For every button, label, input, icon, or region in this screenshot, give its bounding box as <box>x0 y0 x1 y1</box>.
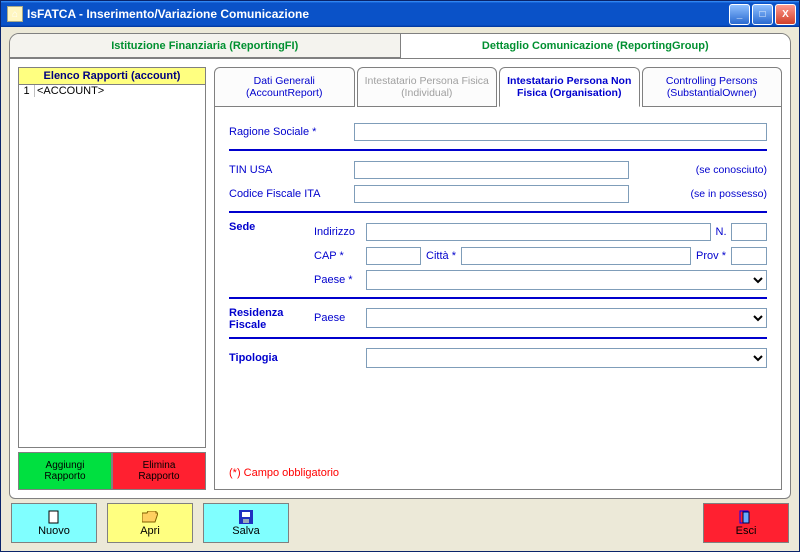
app-window: ⌂ IsFATCA - Inserimento/Variazione Comun… <box>0 0 800 552</box>
open-label: Apri <box>140 525 160 537</box>
separator <box>229 149 767 151</box>
row-value: <ACCOUNT> <box>35 85 205 97</box>
list-item[interactable]: 1 <ACCOUNT> <box>19 85 205 97</box>
hint-tin-usa: (se conosciuto) <box>696 164 767 176</box>
new-label: Nuovo <box>38 525 70 537</box>
account-list-header: Elenco Rapporti (account) <box>18 67 206 85</box>
save-label: Salva <box>232 525 260 537</box>
select-paese-sede[interactable] <box>366 270 767 290</box>
separator <box>229 297 767 299</box>
label-paese-sede: Paese * <box>314 274 366 286</box>
tab-reporting-fi[interactable]: Istituzione Finanziaria (ReportingFI) <box>10 34 401 58</box>
left-buttons: Aggiungi Rapporto Elimina Rapporto <box>18 452 206 490</box>
label-residenza: Residenza Fiscale <box>229 307 314 331</box>
tab-account-report[interactable]: Dati Generali (AccountReport) <box>214 67 355 107</box>
top-tabs: Istituzione Finanziaria (ReportingFI) De… <box>9 33 791 59</box>
input-citta[interactable] <box>461 247 691 265</box>
select-paese-residenza[interactable] <box>366 308 767 328</box>
save-icon <box>238 510 254 524</box>
row-number: 1 <box>19 85 35 97</box>
client-area: Istituzione Finanziaria (ReportingFI) De… <box>1 27 799 551</box>
exit-button[interactable]: Esci <box>703 503 789 543</box>
form-body: Ragione Sociale * TIN USA (se conosciuto… <box>214 107 782 490</box>
tab-organisation[interactable]: Intestatario Persona Non Fisica (Organis… <box>499 67 640 107</box>
label-ragione-sociale: Ragione Sociale * <box>229 126 354 138</box>
add-account-button[interactable]: Aggiungi Rapporto <box>18 452 112 490</box>
select-tipologia[interactable] <box>366 348 767 368</box>
page-body: Elenco Rapporti (account) 1 <ACCOUNT> Ag… <box>9 59 791 499</box>
input-ragione-sociale[interactable] <box>354 123 767 141</box>
label-tin-usa: TIN USA <box>229 164 354 176</box>
input-tin-usa[interactable] <box>354 161 629 179</box>
label-tipologia: Tipologia <box>229 352 366 364</box>
titlebar: ⌂ IsFATCA - Inserimento/Variazione Comun… <box>1 1 799 27</box>
sub-tabs: Dati Generali (AccountReport) Intestatar… <box>214 67 782 107</box>
app-icon: ⌂ <box>7 6 23 22</box>
window-title: IsFATCA - Inserimento/Variazione Comunic… <box>27 7 729 21</box>
separator <box>229 211 767 213</box>
label-citta: Città * <box>421 250 461 262</box>
label-paese-residenza: Paese <box>314 312 366 324</box>
window-controls: _ □ X <box>729 4 796 25</box>
hint-codice-fiscale: (se in possesso) <box>691 188 767 200</box>
input-numero[interactable] <box>731 223 767 241</box>
required-footnote: (*) Campo obbligatorio <box>229 467 339 479</box>
label-numero: N. <box>711 226 731 238</box>
right-column: Dati Generali (AccountReport) Intestatar… <box>214 67 782 490</box>
maximize-button[interactable]: □ <box>752 4 773 25</box>
account-list[interactable]: 1 <ACCOUNT> <box>18 85 206 448</box>
new-button[interactable]: Nuovo <box>11 503 97 543</box>
separator <box>229 337 767 339</box>
label-codice-fiscale: Codice Fiscale ITA <box>229 188 354 200</box>
minimize-button[interactable]: _ <box>729 4 750 25</box>
save-button[interactable]: Salva <box>203 503 289 543</box>
delete-account-button[interactable]: Elimina Rapporto <box>112 452 206 490</box>
open-button[interactable]: Apri <box>107 503 193 543</box>
left-column: Elenco Rapporti (account) 1 <ACCOUNT> Ag… <box>18 67 206 490</box>
folder-open-icon <box>142 510 158 524</box>
input-prov[interactable] <box>731 247 767 265</box>
input-codice-fiscale[interactable] <box>354 185 629 203</box>
close-button[interactable]: X <box>775 4 796 25</box>
tab-individual[interactable]: Intestatario Persona Fisica (Individual) <box>357 67 498 107</box>
label-cap: CAP * <box>314 250 366 262</box>
exit-icon <box>738 510 754 524</box>
input-indirizzo[interactable] <box>366 223 711 241</box>
bottom-toolbar: Nuovo Apri Salva Esci <box>9 499 791 545</box>
exit-label: Esci <box>736 525 757 537</box>
label-indirizzo: Indirizzo <box>314 226 366 238</box>
label-sede: Sede <box>229 221 314 233</box>
tab-substantial-owner[interactable]: Controlling Persons (SubstantialOwner) <box>642 67 783 107</box>
tab-reporting-group[interactable]: Dettaglio Comunicazione (ReportingGroup) <box>401 34 791 58</box>
new-icon <box>46 510 62 524</box>
input-cap[interactable] <box>366 247 421 265</box>
label-prov: Prov * <box>691 250 731 262</box>
